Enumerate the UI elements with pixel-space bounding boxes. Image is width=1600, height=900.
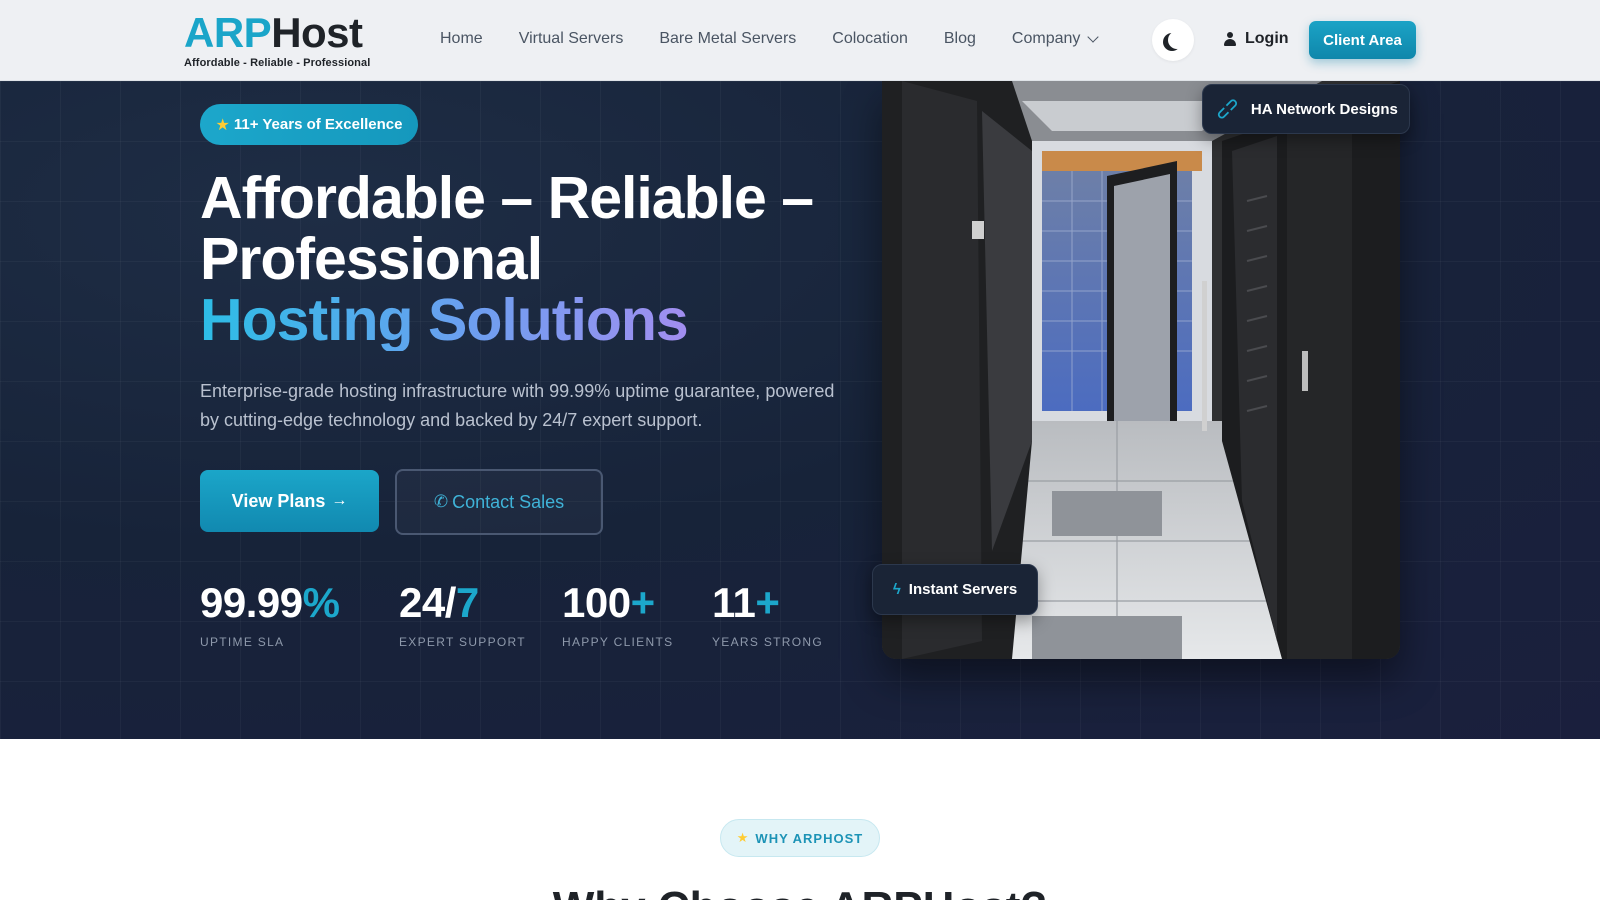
stat-value: 11+ xyxy=(712,581,823,625)
client-area-button[interactable]: Client Area xyxy=(1309,21,1416,59)
nav-blog[interactable]: Blog xyxy=(944,30,976,48)
logo-tagline: Affordable - Reliable - Professional xyxy=(184,57,371,69)
login-label: Login xyxy=(1245,30,1289,47)
hero-subtitle: Enterprise-grade hosting infrastructure … xyxy=(200,381,835,430)
ha-network-tag: ⊂⊃ HA Network Designs xyxy=(1202,84,1410,134)
stat-label: YEARS STRONG xyxy=(712,635,823,649)
stat-label: HAPPY CLIENTS xyxy=(562,635,674,649)
phone-icon: ✆ xyxy=(433,492,449,511)
ha-network-label: HA Network Designs xyxy=(1250,100,1398,118)
stat-accent: % xyxy=(302,579,340,626)
experience-badge: ★ 11+ Years of Excellence xyxy=(200,104,418,145)
view-plans-button[interactable]: View Plans → xyxy=(200,470,379,532)
moon-icon xyxy=(1168,31,1186,49)
star-icon: ★ xyxy=(215,116,230,134)
top-navbar: ARPHost Affordable - Reliable - Professi… xyxy=(0,0,1600,81)
stat-number: 24/ xyxy=(399,579,456,626)
stat-clients: 100+ HAPPY CLIENTS xyxy=(562,581,674,650)
login-link[interactable]: Login xyxy=(1224,30,1289,48)
view-plans-label: View Plans xyxy=(231,490,326,511)
hero-title-line2: Professional xyxy=(200,226,543,292)
stat-value: 100+ xyxy=(562,581,673,625)
contact-sales-button[interactable]: ✆ Contact Sales xyxy=(395,469,603,535)
logo-brand-rest: Host xyxy=(271,9,363,56)
why-badge-label: WHY ARPHOST xyxy=(755,830,864,846)
hero-section: ★ 11+ Years of Excellence Affordable – R… xyxy=(0,81,1600,739)
hero-title-gradient: Hosting Solutions xyxy=(200,287,689,353)
nav-company[interactable]: Company xyxy=(1011,30,1100,48)
nav-virtual-servers[interactable]: Virtual Servers xyxy=(519,30,624,48)
stat-accent: 7 xyxy=(455,579,479,626)
nav-home[interactable]: Home xyxy=(440,30,483,48)
stat-support: 24/7 EXPERT SUPPORT xyxy=(399,581,526,650)
contact-sales-label: Contact Sales xyxy=(452,491,565,512)
instant-servers-tag: ϟ Instant Servers xyxy=(872,564,1038,615)
stat-label: EXPERT SUPPORT xyxy=(399,635,526,649)
hero-title: Affordable – Reliable – Professional xyxy=(200,168,840,290)
logo[interactable]: ARPHost Affordable - Reliable - Professi… xyxy=(184,12,390,70)
stat-value: 24/7 xyxy=(399,581,526,625)
stat-accent: + xyxy=(755,579,780,626)
bolt-icon: ϟ xyxy=(892,581,901,598)
chevron-down-icon xyxy=(1087,30,1100,43)
nav-bare-metal-servers[interactable]: Bare Metal Servers xyxy=(659,30,796,48)
logo-brand-accent: ARP xyxy=(184,9,272,56)
stat-label: UPTIME SLA xyxy=(200,635,285,649)
stat-years: 11+ YEARS STRONG xyxy=(712,581,823,650)
stat-uptime: 99.99% UPTIME SLA xyxy=(200,579,340,650)
why-badge: ★ WHY ARPHOST xyxy=(720,819,880,857)
link-icon: ⊂⊃ xyxy=(1212,93,1244,125)
experience-badge-label: 11+ Years of Excellence xyxy=(233,116,403,133)
nav-company-label: Company xyxy=(1011,30,1081,47)
stat-value: 99.99% xyxy=(200,579,340,626)
logo-wordmark: ARPHost xyxy=(184,12,390,54)
main-menu: Home Virtual Servers Bare Metal Servers … xyxy=(440,30,1133,48)
stat-accent: + xyxy=(630,579,656,626)
arrow-right-icon: → xyxy=(331,492,348,509)
stat-number: 11 xyxy=(712,579,756,626)
stat-number: 99.99 xyxy=(200,579,303,626)
star-icon: ★ xyxy=(736,830,750,845)
user-icon xyxy=(1224,32,1236,46)
hero-title-line1: Affordable – Reliable – xyxy=(200,165,814,231)
instant-servers-label: Instant Servers xyxy=(908,581,1018,598)
theme-toggle-button[interactable] xyxy=(1152,19,1194,61)
why-title: Why Choose ARPHost? xyxy=(0,884,1600,900)
nav-colocation[interactable]: Colocation xyxy=(832,30,908,48)
stat-number: 100 xyxy=(562,579,631,626)
